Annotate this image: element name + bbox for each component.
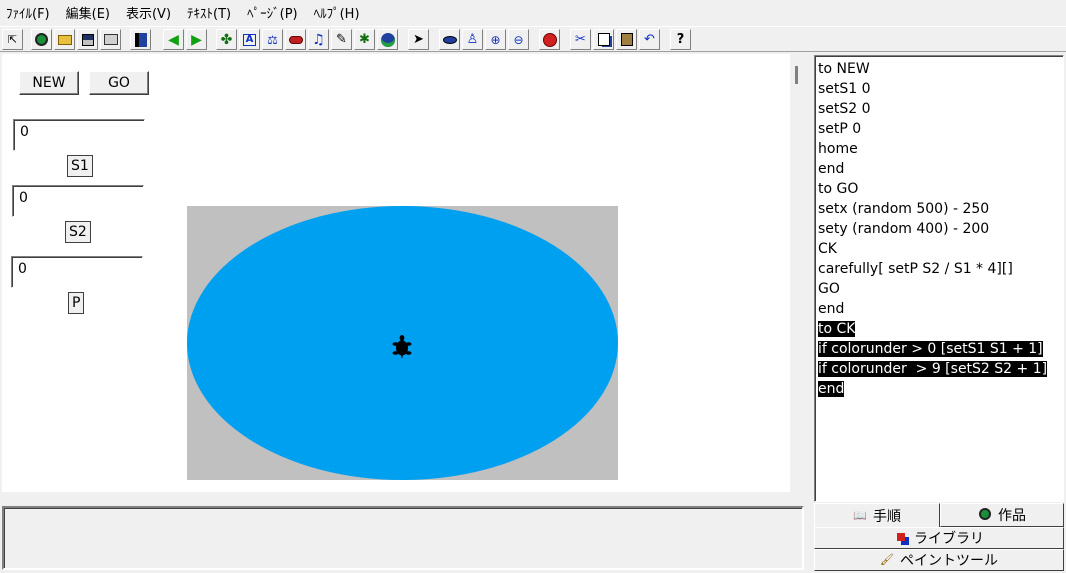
save-disk-icon[interactable] bbox=[77, 29, 98, 50]
tab-project-label: 作品 bbox=[998, 508, 1026, 524]
library-button[interactable]: ライブラリ bbox=[814, 527, 1064, 549]
page-list-icon[interactable] bbox=[130, 29, 151, 50]
copy-icon[interactable] bbox=[593, 29, 614, 50]
code-line: setS2 0 bbox=[818, 101, 871, 117]
code-line: GO bbox=[818, 281, 840, 297]
s1-value-box: 0 bbox=[13, 119, 145, 151]
cut-icon[interactable]: ✂ bbox=[570, 29, 591, 50]
code-line-selected: if colorunder > 0 [setS1 S1 + 1] bbox=[818, 341, 1043, 357]
code-line-selected: to CK bbox=[818, 321, 856, 337]
code-line: setP 0 bbox=[818, 121, 862, 137]
menu-bar: ﾌｧｲﾙ(F) 編集(E) 表示(V) ﾃｷｽﾄ(T) ﾍﾟｰｼﾞ(P) ﾍﾙﾌ… bbox=[0, 0, 1066, 24]
slider-icon[interactable]: ⚖ bbox=[262, 29, 283, 50]
panel-tabs: 📖 手順 作品 bbox=[814, 503, 1066, 527]
tab-procedures[interactable]: 📖 手順 bbox=[814, 503, 940, 527]
stamp-icon[interactable]: ♙ bbox=[462, 29, 483, 50]
procedures-panel[interactable]: to NEW setS1 0 setS2 0 setP 0 home end t… bbox=[814, 55, 1064, 502]
go-button[interactable]: GO bbox=[89, 71, 149, 95]
zoom-in-icon[interactable]: ⊕ bbox=[485, 29, 506, 50]
drawing-area[interactable] bbox=[187, 206, 618, 480]
code-line: end bbox=[818, 301, 845, 317]
code-line: setx (random 500) - 250 bbox=[818, 201, 990, 217]
camera-icon[interactable]: ✱ bbox=[354, 29, 375, 50]
menu-help[interactable]: ﾍﾙﾌﾟ(H) bbox=[314, 3, 368, 22]
tab-project[interactable]: 作品 bbox=[940, 503, 1064, 527]
face-icon[interactable] bbox=[377, 29, 398, 50]
stop-hand-icon[interactable] bbox=[539, 29, 560, 50]
s2-value-box: 0 bbox=[12, 185, 144, 217]
new-button[interactable]: NEW bbox=[19, 71, 79, 95]
scroll-indicator[interactable] bbox=[795, 66, 798, 84]
zoom-out-icon[interactable]: ⊖ bbox=[508, 29, 529, 50]
print-icon[interactable] bbox=[100, 29, 121, 50]
back-arrow-icon[interactable]: ◀ bbox=[163, 29, 184, 50]
paint-tools-button[interactable]: 🖌 ペイントツール bbox=[814, 549, 1064, 571]
shapes-icon bbox=[894, 531, 908, 545]
code-line: home bbox=[818, 141, 858, 157]
eye-icon[interactable] bbox=[439, 29, 460, 50]
tab-procedures-label: 手順 bbox=[873, 508, 901, 525]
text-box-icon[interactable]: A bbox=[239, 29, 260, 50]
s2-label: S2 bbox=[65, 221, 91, 243]
library-label: ライブラリ bbox=[914, 531, 984, 547]
globe-icon bbox=[978, 508, 992, 522]
pen-icon[interactable]: ✎ bbox=[331, 29, 352, 50]
select-arrow-icon[interactable]: ⇱ bbox=[2, 29, 23, 50]
pointer-icon[interactable]: ➤ bbox=[408, 29, 429, 50]
music-note-icon[interactable]: ♫ bbox=[308, 29, 329, 50]
menu-edit[interactable]: 編集(E) bbox=[66, 3, 118, 22]
open-folder-icon[interactable] bbox=[54, 29, 75, 50]
command-center[interactable] bbox=[2, 506, 804, 570]
page-bottom-edge bbox=[2, 492, 804, 498]
forward-arrow-icon[interactable]: ▶ bbox=[186, 29, 207, 50]
help-icon[interactable]: ? bbox=[670, 29, 691, 50]
turtle-icon[interactable]: ✤ bbox=[216, 29, 237, 50]
code-line-selected: end bbox=[818, 381, 845, 397]
globe-icon[interactable] bbox=[31, 29, 52, 50]
menu-view[interactable]: 表示(V) bbox=[126, 3, 179, 22]
code-line: to NEW bbox=[818, 61, 870, 77]
code-line: sety (random 400) - 200 bbox=[818, 221, 990, 237]
undo-icon[interactable]: ↶ bbox=[639, 29, 660, 50]
s1-label: S1 bbox=[67, 155, 93, 177]
code-line: setS1 0 bbox=[818, 81, 871, 97]
toolbar: ⇱ ◀ ▶ ✤ A ⚖ ♫ ✎ ✱ ➤ ♙ ⊕ ⊖ ✂ ↶ ? bbox=[0, 26, 1066, 52]
menu-text[interactable]: ﾃｷｽﾄ(T) bbox=[187, 3, 239, 22]
code-line: carefully[ setP S2 / S1 * 4][] bbox=[818, 261, 1013, 277]
code-line-selected: if colorunder > 9 [setS2 S2 + 1] bbox=[818, 361, 1048, 377]
turtle-icon[interactable] bbox=[392, 335, 412, 359]
brush-icon: 🖌 bbox=[880, 553, 894, 566]
menu-page[interactable]: ﾍﾟｰｼﾞ(P) bbox=[247, 3, 305, 22]
p-value-box: 0 bbox=[11, 256, 143, 288]
p-label: P bbox=[68, 292, 85, 314]
code-line: end bbox=[818, 161, 845, 177]
book-icon: 📖 bbox=[853, 508, 867, 522]
code-line: to GO bbox=[818, 181, 859, 197]
button-icon[interactable] bbox=[285, 29, 306, 50]
paint-tools-label: ペイントツール bbox=[900, 553, 998, 569]
page-scroll-strip bbox=[790, 54, 804, 492]
code-line: CK bbox=[818, 241, 837, 257]
paste-icon[interactable] bbox=[616, 29, 637, 50]
menu-file[interactable]: ﾌｧｲﾙ(F) bbox=[6, 3, 58, 22]
page-canvas[interactable]: NEW GO 0 S1 0 S2 0 P bbox=[2, 54, 790, 492]
